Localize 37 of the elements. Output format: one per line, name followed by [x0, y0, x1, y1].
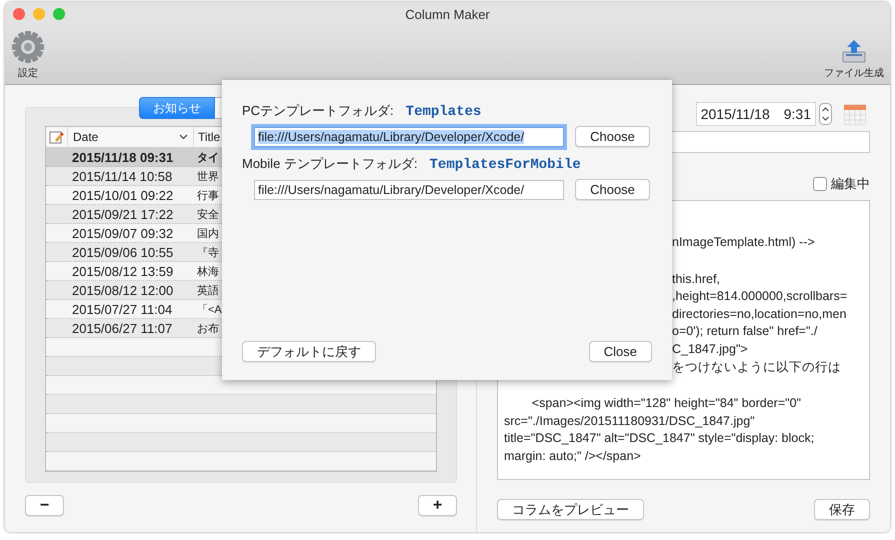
- folder-name: Templates: [406, 104, 482, 120]
- table-cell-text: 2015/11/18 09:31: [71, 150, 174, 164]
- table-cell-text: 2015/08/12 12:00: [71, 282, 174, 298]
- table-cell-text: タイ: [196, 150, 219, 164]
- table-cell-text: 世界: [196, 170, 219, 184]
- code-line: src="./Images/201511180931/DSC_1847.jpg": [504, 412, 755, 430]
- checkbox-label: 編集中: [831, 175, 870, 193]
- code-line: C_1847.jpg">: [672, 340, 748, 358]
- table-cell-text: 国内: [196, 226, 219, 240]
- folder-label: Mobile テンプレートフォルダ:: [242, 155, 418, 173]
- table-cell-text: 2015/09/21 17:22: [71, 206, 174, 222]
- table-cell-text: 2015/07/27 11:04: [71, 302, 174, 316]
- code-line: <span><img width="128" height="84" border="0": [530, 395, 801, 412]
- table-cell-text: お布: [196, 322, 219, 336]
- window-title: Column Maker: [405, 6, 490, 22]
- folder-label: PCテンプレートフォルダ:: [242, 102, 394, 120]
- table-cell-text: 2015/06/27 11:07: [71, 320, 174, 336]
- table-cell-text: 2015/10/01 09:22: [71, 188, 174, 202]
- code-line: ,height=814.000000,scrollbars=: [672, 288, 848, 306]
- table-cell-text: 『寺: [196, 246, 219, 260]
- table-cell-text: 2015/08/12 13:59: [71, 264, 174, 278]
- table-cell-text: 2015/09/06 10:55: [71, 244, 174, 260]
- folder-name: TemplatesForMobile: [430, 157, 581, 173]
- code-line: directories=no,location=no,men: [672, 306, 846, 323]
- table-cell-text: 「<A: [196, 302, 222, 316]
- code-line: title="DSC_1847" alt="DSC_1847" style="display: block;: [504, 430, 814, 448]
- table-cell-text: 林海: [196, 264, 219, 278]
- table-cell-text: 行事: [196, 188, 219, 202]
- table-cell-text: 英語: [196, 284, 219, 298]
- code-line: をつけないように以下の行は: [672, 358, 841, 376]
- code-line: this.href,: [672, 270, 720, 288]
- code-line: nImageTemplate.html) -->: [672, 234, 815, 251]
- table-cell-text: 2015/11/14 10:58: [71, 168, 174, 184]
- table-cell-text: 安全: [196, 208, 219, 222]
- table-cell-text: 2015/09/07 09:32: [71, 226, 174, 240]
- code-line: margin: auto;" /></span>: [504, 448, 641, 465]
- code-line: o=0'); return false" href="./: [672, 323, 818, 340]
